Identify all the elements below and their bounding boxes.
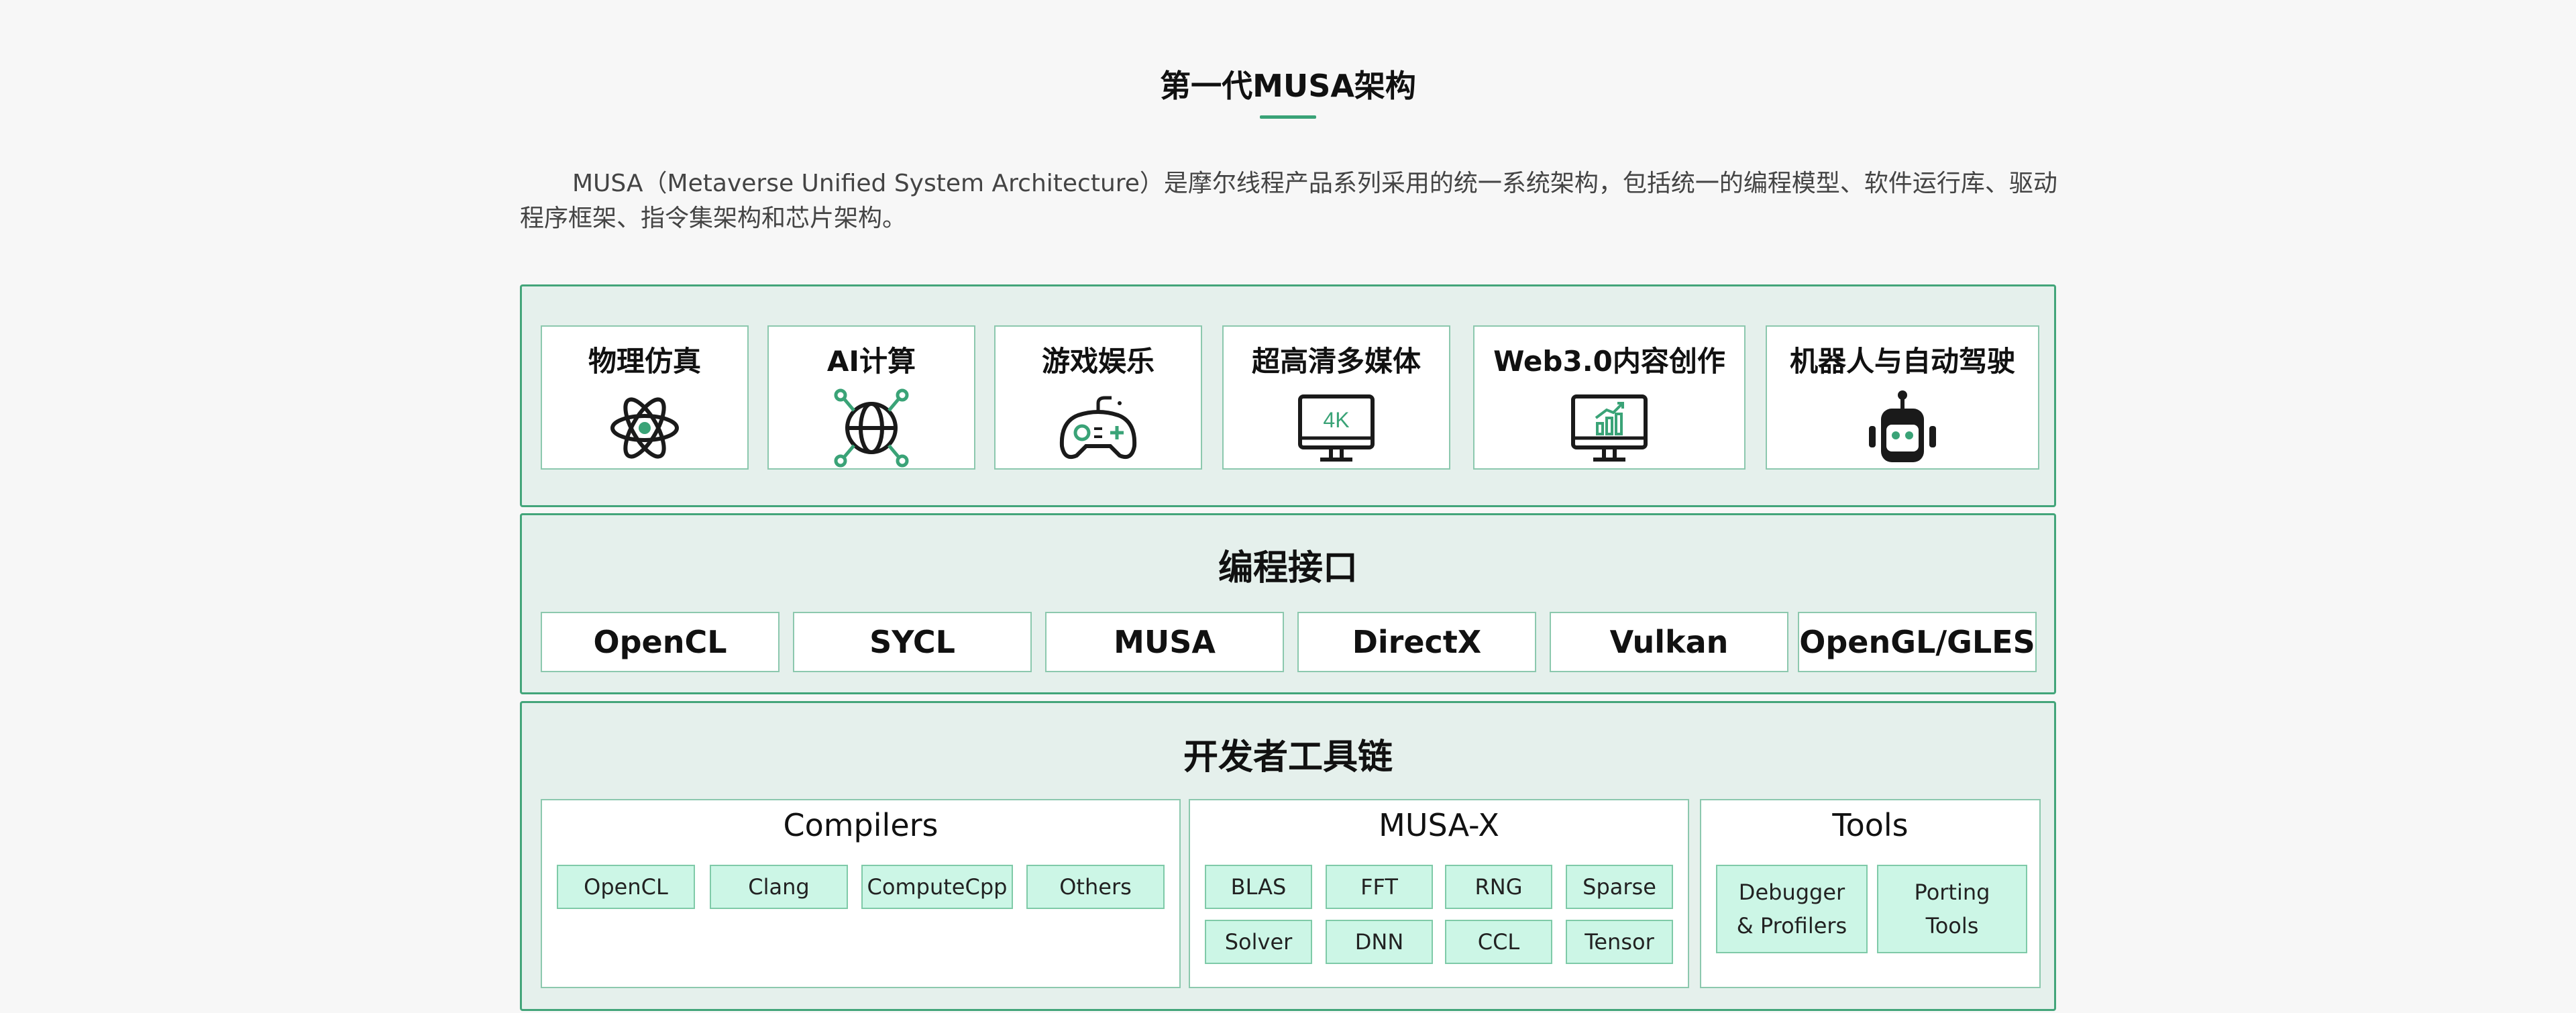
atom-icon xyxy=(610,397,679,459)
monitor-chart-icon xyxy=(1571,394,1648,462)
api-opengl-gles: OpenGL/GLES xyxy=(1798,612,2037,672)
chip-clang: Clang xyxy=(710,865,848,909)
app-label: Web3.0内容创作 xyxy=(1493,345,1725,378)
chip-line: Tools xyxy=(1925,913,1979,939)
app-card-multimedia: 超高清多媒体 4K xyxy=(1222,325,1450,470)
chip-tensor: Tensor xyxy=(1566,920,1673,964)
api-vulkan: Vulkan xyxy=(1550,612,1788,672)
chip-line: Debugger xyxy=(1738,879,1845,905)
chip-fft: FFT xyxy=(1326,865,1433,909)
monitor-4k-icon: 4K xyxy=(1298,394,1375,462)
chip-rng: RNG xyxy=(1445,865,1552,909)
musa-x-panel: MUSA-X BLAS FFT RNG Sparse Solver DNN CC… xyxy=(1189,799,1689,988)
programming-layer: 编程接口 OpenCL SYCL MUSA DirectX Vulkan Ope… xyxy=(520,513,2056,694)
chip-sparse: Sparse xyxy=(1566,865,1673,909)
api-musa: MUSA xyxy=(1045,612,1284,672)
panel-title: Tools xyxy=(1832,807,1909,843)
applications-layer: 物理仿真 AI计算 游戏娱乐 超高清多媒体 4K Web3.0内容创作 机器人与… xyxy=(520,284,2056,507)
panel-title: MUSA-X xyxy=(1379,807,1499,843)
app-card-gaming: 游戏娱乐 xyxy=(994,325,1202,470)
chip-others: Others xyxy=(1026,865,1165,909)
panel-title: Compilers xyxy=(783,807,938,843)
chip-line: Porting xyxy=(1914,879,1990,905)
api-sycl: SYCL xyxy=(793,612,1032,672)
app-card-robotics: 机器人与自动驾驶 xyxy=(1766,325,2039,470)
chip-ccl: CCL xyxy=(1445,920,1552,964)
compilers-panel: Compilers OpenCL Clang ComputeCpp Others xyxy=(541,799,1181,988)
chip-blas: BLAS xyxy=(1205,865,1312,909)
gamepad-icon xyxy=(1059,396,1137,460)
app-card-ai: AI计算 xyxy=(767,325,975,470)
chip-line: & Profilers xyxy=(1736,913,1847,939)
app-label: 游戏娱乐 xyxy=(1041,345,1155,378)
layer-heading: 编程接口 xyxy=(1218,548,1358,588)
chip-debugger-profilers: Debugger & Profilers xyxy=(1716,865,1868,953)
ai-globe-icon xyxy=(834,388,909,468)
layer-heading: 开发者工具链 xyxy=(1183,737,1393,778)
app-label: AI计算 xyxy=(826,345,916,378)
api-opencl: OpenCL xyxy=(541,612,780,672)
page-title: 第一代MUSA架构 xyxy=(1160,68,1416,104)
tools-panel: Tools Debugger & Profilers Porting Tools xyxy=(1700,799,2041,988)
intro-paragraph: MUSA（Metaverse Unified System Architectu… xyxy=(520,170,2057,232)
chip-dnn: DNN xyxy=(1326,920,1433,964)
app-label: 超高清多媒体 xyxy=(1251,345,1421,378)
4k-label: 4K xyxy=(1323,408,1349,432)
chip-porting-tools: Porting Tools xyxy=(1877,865,2027,953)
chip-computecpp: ComputeCpp xyxy=(861,865,1013,909)
app-card-web3: Web3.0内容创作 xyxy=(1473,325,1746,470)
app-label: 机器人与自动驾驶 xyxy=(1789,345,2015,378)
toolchain-layer: 开发者工具链 Compilers OpenCL Clang ComputeCpp… xyxy=(520,701,2056,1011)
api-directx: DirectX xyxy=(1297,612,1536,672)
robot-icon xyxy=(1869,390,1936,462)
title-underline xyxy=(1260,115,1316,119)
app-card-physics: 物理仿真 xyxy=(541,325,749,470)
chip-opencl: OpenCL xyxy=(557,865,695,909)
chip-solver: Solver xyxy=(1205,920,1312,964)
app-label: 物理仿真 xyxy=(588,345,701,378)
